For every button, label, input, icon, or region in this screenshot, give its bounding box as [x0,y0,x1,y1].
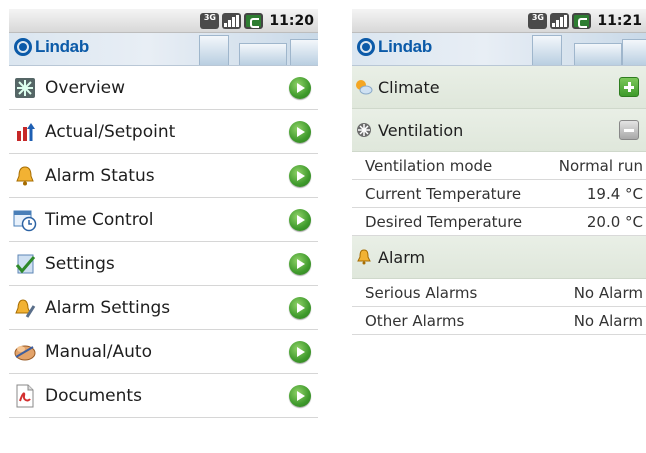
clock: 11:20 [269,12,314,29]
section-ventilation[interactable]: Ventilation [352,109,646,152]
menu-item-alarm-status[interactable]: Alarm Status [9,154,318,198]
hand-icon [13,340,37,364]
bell-icon [355,248,373,266]
overview-screen: 3G 11:21 Lindab Climate Ventilation Vent… [352,9,646,453]
status-bar: 3G 11:21 [352,9,646,33]
menu-item-time-control[interactable]: Time Control [9,198,318,242]
section-label: Alarm [378,247,426,267]
fan-grid-icon [13,76,37,100]
status-bar: 3G 11:20 [9,9,318,33]
go-arrow-icon[interactable] [289,252,311,275]
row-value: 19.4 °C [586,184,643,203]
fan-icon [355,121,373,139]
battery-icon [244,12,264,29]
row-key: Ventilation mode [365,156,493,175]
other-alarms-row: Other Alarms No Alarm [352,307,646,335]
sun-cloud-icon [355,78,373,96]
menu-item-label: Overview [45,77,126,98]
signal-icon [222,12,242,29]
row-key: Current Temperature [365,184,522,203]
menu-item-label: Settings [45,253,115,274]
thermometer-arrows-icon [13,120,37,144]
section-label: Climate [378,77,440,97]
row-value: 20.0 °C [586,212,643,231]
bell-edit-icon [13,296,37,320]
menu-item-label: Alarm Status [45,165,155,186]
menu-item-label: Documents [45,385,142,406]
brand-banner: Lindab [9,33,318,66]
go-arrow-icon[interactable] [289,384,311,407]
pdf-document-icon [13,384,37,408]
row-value: No Alarm [573,283,643,302]
collapse-icon[interactable] [619,120,639,140]
row-key: Serious Alarms [365,283,478,302]
expand-icon[interactable] [619,77,639,97]
go-arrow-icon[interactable] [289,120,311,143]
signal-icon [550,12,570,29]
lindab-logo: Lindab [357,37,432,57]
bell-icon [13,164,37,188]
menu-item-overview[interactable]: Overview [9,66,318,110]
desired-temperature-row: Desired Temperature 20.0 °C [352,208,646,236]
row-value: Normal run [558,156,643,175]
go-arrow-icon[interactable] [289,76,311,99]
battery-icon [572,12,592,29]
network-3g-icon: 3G [200,12,220,29]
menu-item-settings[interactable]: Settings [9,242,318,286]
menu-item-label: Actual/Setpoint [45,121,176,142]
menu-item-alarm-settings[interactable]: Alarm Settings [9,286,318,330]
row-key: Other Alarms [365,311,465,330]
menu-item-manual-auto[interactable]: Manual/Auto [9,330,318,374]
go-arrow-icon[interactable] [289,340,311,363]
current-temperature-row: Current Temperature 19.4 °C [352,180,646,208]
row-key: Desired Temperature [365,212,523,231]
network-3g-icon: 3G [528,12,548,29]
go-arrow-icon[interactable] [289,208,311,231]
go-arrow-icon[interactable] [289,296,311,319]
section-alarm[interactable]: Alarm [352,236,646,279]
menu-item-actual-setpoint[interactable]: Actual/Setpoint [9,110,318,154]
calendar-clock-icon [13,208,37,232]
ventilation-mode-row: Ventilation mode Normal run [352,152,646,180]
serious-alarms-row: Serious Alarms No Alarm [352,279,646,307]
go-arrow-icon[interactable] [289,164,311,187]
checklist-icon [13,252,37,276]
main-menu-screen: 3G 11:20 Lindab Overview Actual/Setpoint… [9,9,318,429]
clock: 11:21 [597,12,642,29]
lindab-logo: Lindab [14,37,89,57]
brand-banner: Lindab [352,33,646,66]
menu-item-label: Alarm Settings [45,297,171,318]
row-value: No Alarm [573,311,643,330]
section-label: Ventilation [378,120,464,140]
section-climate[interactable]: Climate [352,66,646,109]
menu-item-label: Time Control [45,209,154,230]
menu-item-documents[interactable]: Documents [9,374,318,418]
menu-item-label: Manual/Auto [45,341,152,362]
